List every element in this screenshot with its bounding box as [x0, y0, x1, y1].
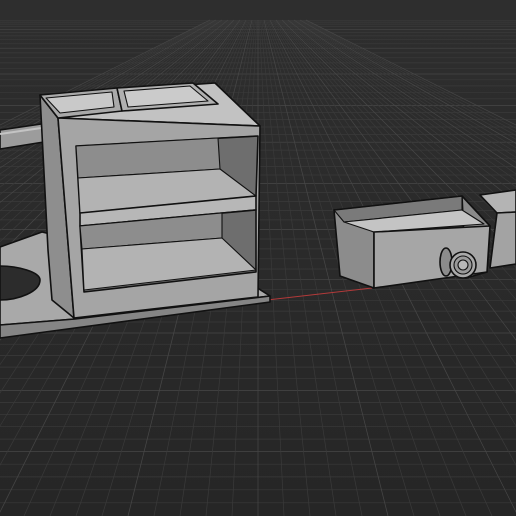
- viewport-canvas[interactable]: [0, 0, 516, 516]
- 3d-viewport[interactable]: [0, 0, 516, 516]
- shelf-unit[interactable]: [39, 82, 261, 319]
